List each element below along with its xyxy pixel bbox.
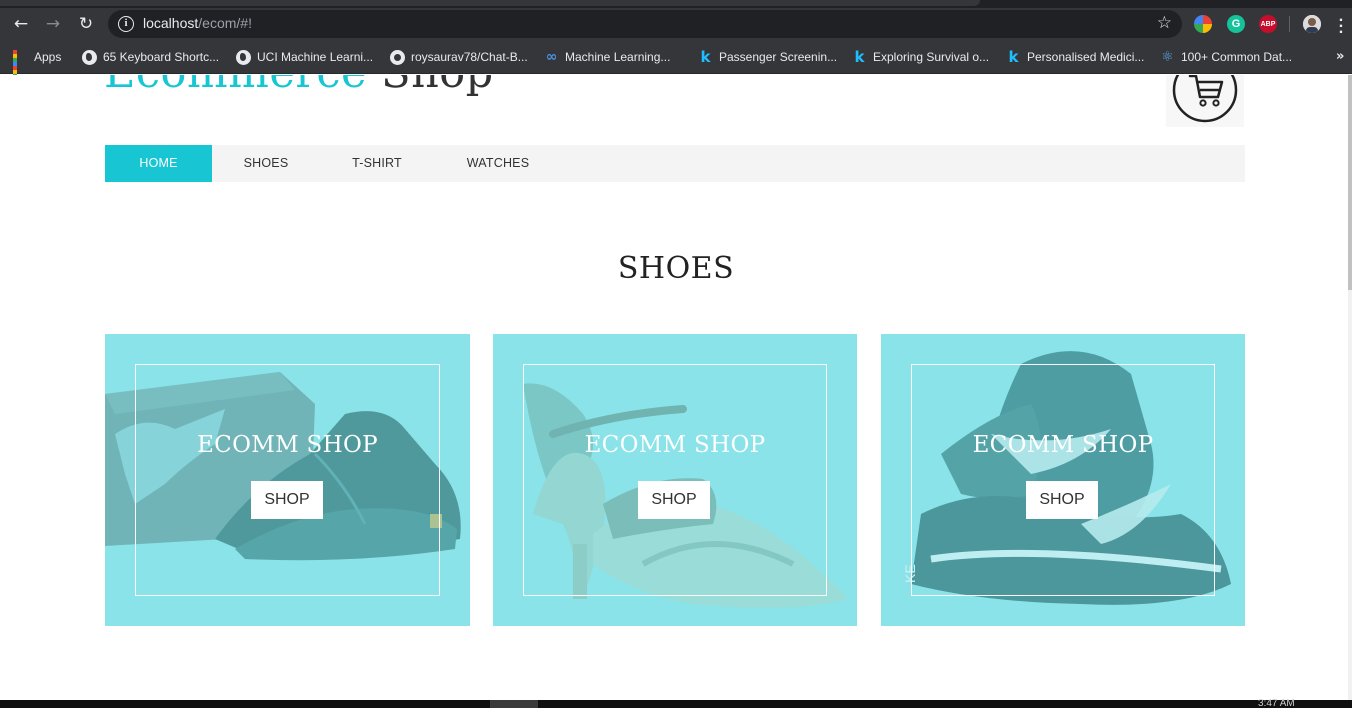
bookmark-keyboard-shortcuts[interactable]: 65 Keyboard Shortc... [82,48,219,66]
bookmark-common-data[interactable]: ⚛ 100+ Common Dat... [1160,48,1292,66]
abp-label: ABP [1260,20,1276,28]
card-title: ECOMM SHOP [584,432,766,458]
card-title: ECOMM SHOP [197,432,378,458]
url-text[interactable]: localhost/ecom/#! [143,15,252,31]
infinity-icon: ∞ [545,48,558,65]
kaggle-icon: k [700,47,711,66]
forward-icon[interactable]: → [40,11,66,37]
bookmark-label: Apps [34,50,62,64]
chrome-menu-icon[interactable]: ... [1336,9,1346,37]
card-frame [911,364,1215,596]
avatar-icon [1303,15,1321,33]
shop-button[interactable]: SHOP [251,481,323,519]
shop-button[interactable]: SHOP [638,481,710,519]
back-icon[interactable]: ← [8,11,34,37]
bookmark-label: UCI Machine Learni... [257,50,374,64]
bookmark-star-icon[interactable]: ☆ [1157,13,1172,33]
url-host: localhost [143,15,199,31]
browser-toolbar: ← → ↻ i localhost/ecom/#! ☆ G ABP ... [0,8,1352,40]
nav-home[interactable]: HOME [105,145,212,182]
shop-button[interactable]: SHOP [1026,481,1098,519]
os-taskbar: 3:47 AM [0,698,1352,709]
logo-part-1: Ecommerce [104,75,367,98]
web-page: Ecommerce Shop HOME SHOES T-SHIRT WATCHE… [0,75,1352,700]
globe-icon [82,49,97,65]
bookmark-label: roysaurav78/Chat-B... [411,50,528,64]
taskbar-clock: 3:47 AM [1258,698,1295,709]
nav-shoes[interactable]: SHOES [212,145,320,182]
bookmark-exploring-survival[interactable]: k Exploring Survival o... [852,47,990,66]
chrome-ext-icon[interactable] [1194,15,1212,33]
card-frame [135,364,440,596]
bookmark-machine-learning[interactable]: ∞ Machine Learning... [544,48,671,66]
reload-icon[interactable]: ↻ [73,11,99,37]
nav-watches[interactable]: WATCHES [434,145,562,182]
bookmark-personalised-medicine[interactable]: k Personalised Medici... [1006,47,1145,66]
more-bookmarks-icon[interactable]: » [1336,49,1344,64]
product-card[interactable]: ECOMM SHOP SHOP [105,334,470,626]
product-card[interactable]: ECOMM SHOP SHOP [493,334,857,626]
bookmark-label: Machine Learning... [565,50,671,64]
bookmark-label: Passenger Screenin... [719,50,838,64]
bookmark-github-chatbot[interactable]: roysaurav78/Chat-B... [390,48,528,66]
adblock-plus-icon[interactable]: ABP [1259,15,1277,33]
bookmark-label: 65 Keyboard Shortc... [103,50,220,64]
scrollbar-thumb[interactable] [1348,75,1352,290]
logo-part-2: Shop [367,75,494,98]
main-nav: HOME SHOES T-SHIRT WATCHES [105,145,1245,182]
grammarly-label: G [1231,18,1241,30]
address-bar[interactable]: i localhost/ecom/#! ☆ [108,10,1182,38]
site-logo[interactable]: Ecommerce Shop [104,75,494,98]
bookmark-passenger-screening[interactable]: k Passenger Screenin... [698,47,838,66]
profile-avatar[interactable] [1303,15,1321,33]
product-card[interactable]: KE ECOMM SHOP SHOP [881,334,1245,626]
card-title: ECOMM SHOP [972,432,1154,458]
bookmark-apps[interactable]: Apps [13,48,62,86]
bookmark-label: Exploring Survival o... [873,50,990,64]
bookmarks-bar: Apps 65 Keyboard Shortc... UCI Machine L… [0,40,1352,86]
page-scrollbar[interactable] [1348,75,1352,700]
url-path: /ecom/#! [198,15,252,31]
nav-t-shirt[interactable]: T-SHIRT [320,145,434,182]
bookmark-label: 100+ Common Dat... [1181,50,1293,64]
active-tab[interactable] [0,0,980,6]
bookmark-uci-ml[interactable]: UCI Machine Learni... [236,48,373,66]
kaggle-icon: k [1008,47,1019,66]
tab-strip [0,0,1352,8]
globe-icon [236,49,251,65]
site-info-icon[interactable]: i [118,16,134,32]
bookmark-label: Personalised Medici... [1027,50,1145,64]
cart-button[interactable] [1166,75,1244,127]
shopping-cart-icon [1172,75,1238,123]
github-icon [390,49,405,65]
apps-grid-icon [13,49,28,86]
atom-icon: ⚛ [1161,48,1174,65]
kaggle-icon: k [854,47,865,66]
card-frame [523,364,827,596]
toolbar-separator [1289,16,1290,32]
taskbar-app[interactable] [490,700,538,708]
section-title: SHOES [617,251,735,286]
grammarly-icon[interactable]: G [1227,15,1245,33]
